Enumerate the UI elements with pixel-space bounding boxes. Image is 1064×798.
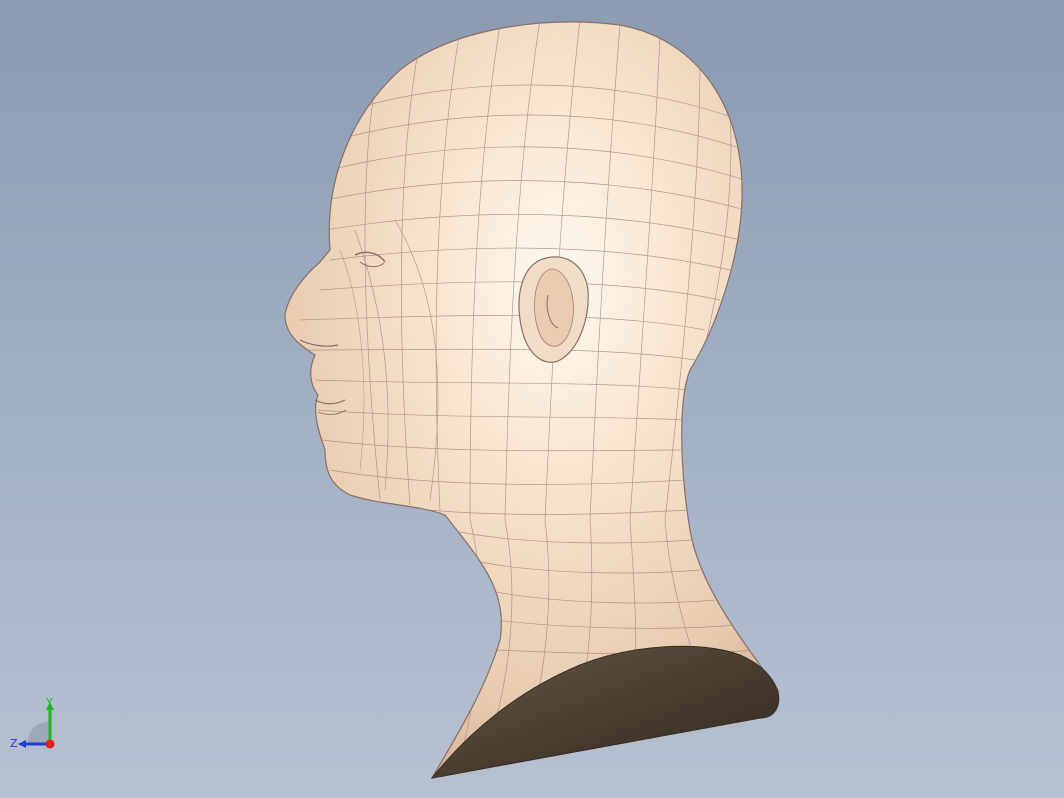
coordinate-axes-triad-icon: Y Z	[10, 696, 55, 750]
z-axis-label: Z	[10, 737, 18, 750]
3d-viewport[interactable]: Y Z	[0, 0, 1064, 798]
head-bust-model[interactable]	[0, 0, 1064, 798]
y-axis-label: Y	[45, 696, 53, 709]
